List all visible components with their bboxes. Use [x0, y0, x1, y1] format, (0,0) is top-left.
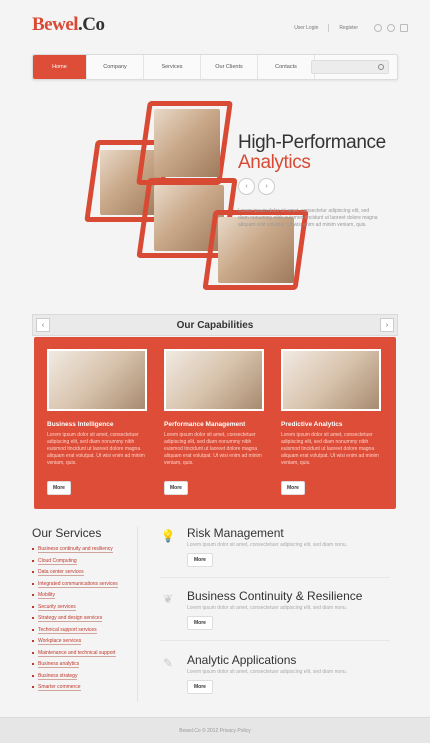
capabilities-header: ‹ Our Capabilities › — [32, 314, 398, 336]
lightbulb-icon: 💡 — [160, 529, 176, 543]
services-title: Our Services — [32, 526, 102, 540]
service-link[interactable]: Technical support services — [32, 626, 118, 638]
capability-text: Lorem ipsum dolor sit amet, consectetuer… — [281, 432, 379, 466]
search-icon[interactable] — [378, 64, 384, 70]
feature-title[interactable]: Analytic Applications — [187, 653, 296, 667]
capability-text: Lorem ipsum dolor sit amet, consectetuer… — [164, 432, 262, 466]
hero-headline: High-Performance — [238, 132, 386, 153]
edit-icon: ✎ — [162, 656, 174, 670]
nav-company[interactable]: Company — [87, 55, 144, 79]
footer: Bewel.Co © 2012 Privacy Policy — [0, 717, 430, 743]
leaf-icon: ❦ — [162, 592, 174, 606]
search-input[interactable] — [311, 60, 389, 74]
service-link[interactable]: Integrated communications services — [32, 580, 118, 592]
more-button[interactable]: More — [187, 553, 213, 567]
twitter-icon[interactable] — [387, 24, 395, 32]
capabilities-prev-button[interactable]: ‹ — [36, 318, 50, 332]
service-link[interactable]: Maintenance and technical support — [32, 649, 118, 661]
divider — [328, 24, 330, 32]
capability-card: Performance Management Lorem ipsum dolor… — [164, 349, 264, 467]
globe-icon[interactable] — [374, 24, 382, 32]
service-link[interactable]: Cloud Computing — [32, 557, 118, 569]
capability-image[interactable] — [164, 349, 264, 411]
footer-text: Bewel.Co © 2012 Privacy Policy — [179, 727, 251, 734]
nav-contacts[interactable]: Contacts — [258, 55, 315, 79]
feature-description: Lorem ipsum dolor sit amet, consectetuer… — [187, 605, 348, 611]
service-link[interactable]: Strategy and design services — [32, 614, 118, 626]
nav-services[interactable]: Services — [144, 55, 201, 79]
services-list: Business continuity and resiliency Cloud… — [32, 545, 118, 695]
feature-description: Lorem ipsum dolor sit amet, consectetuer… — [187, 669, 348, 675]
service-link[interactable]: Workplace services — [32, 637, 118, 649]
hero-prev-button[interactable]: ‹ — [238, 178, 255, 195]
feature-title[interactable]: Risk Management — [187, 526, 284, 540]
column-divider — [137, 527, 138, 702]
capability-title[interactable]: Predictive Analytics — [281, 421, 381, 428]
divider — [160, 640, 390, 641]
site-logo[interactable]: Bewel.Co — [32, 14, 105, 36]
service-link[interactable]: Business continuity and resiliency — [32, 545, 118, 557]
more-button[interactable]: More — [187, 616, 213, 630]
user-login-link[interactable]: User Login — [294, 25, 318, 31]
rss-icon[interactable] — [400, 24, 408, 32]
capability-text: Lorem ipsum dolor sit amet, consectetuer… — [47, 432, 145, 466]
service-link[interactable]: Business strategy — [32, 672, 118, 684]
hero-photo-woman-smiling — [154, 109, 220, 177]
capabilities-panel: Business Intelligence Lorem ipsum dolor … — [34, 337, 396, 509]
hero-image-collage — [64, 95, 314, 300]
capabilities-title: Our Capabilities — [176, 319, 254, 331]
hero-next-button[interactable]: › — [258, 178, 275, 195]
main-nav: Home Company Services Our Clients Contac… — [32, 54, 398, 80]
divider — [160, 577, 390, 578]
logo-text: Bewel — [32, 14, 79, 35]
capability-card: Predictive Analytics Lorem ipsum dolor s… — [281, 349, 381, 467]
more-button[interactable]: More — [164, 481, 188, 495]
register-link[interactable]: Register — [339, 25, 358, 31]
hero-description: Lorem ipsum dolor sit amet, consectetur … — [238, 208, 378, 228]
more-button[interactable]: More — [281, 481, 305, 495]
service-link[interactable]: Smarter commerce — [32, 683, 118, 695]
top-links: User Login Register — [294, 24, 408, 32]
service-link[interactable]: Security services — [32, 603, 118, 615]
service-link[interactable]: Business analytics — [32, 660, 118, 672]
capability-title[interactable]: Business Intelligence — [47, 421, 147, 428]
more-button[interactable]: More — [47, 481, 71, 495]
capability-title[interactable]: Performance Management — [164, 421, 264, 428]
capabilities-next-button[interactable]: › — [380, 318, 394, 332]
capability-image[interactable] — [281, 349, 381, 411]
service-link[interactable]: Mobility — [32, 591, 118, 603]
capability-card: Business Intelligence Lorem ipsum dolor … — [47, 349, 147, 467]
feature-title[interactable]: Business Continuity & Resilience — [187, 589, 362, 603]
feature-description: Lorem ipsum dolor sit amet, consectetuer… — [187, 542, 348, 548]
hero-headline-accent: Analytics — [238, 152, 311, 173]
social-icons — [374, 24, 408, 32]
capability-image[interactable] — [47, 349, 147, 411]
nav-our-clients[interactable]: Our Clients — [201, 55, 258, 79]
logo-suffix: .Co — [78, 14, 105, 35]
nav-home[interactable]: Home — [33, 55, 87, 79]
service-link[interactable]: Data center services — [32, 568, 118, 580]
more-button[interactable]: More — [187, 680, 213, 694]
